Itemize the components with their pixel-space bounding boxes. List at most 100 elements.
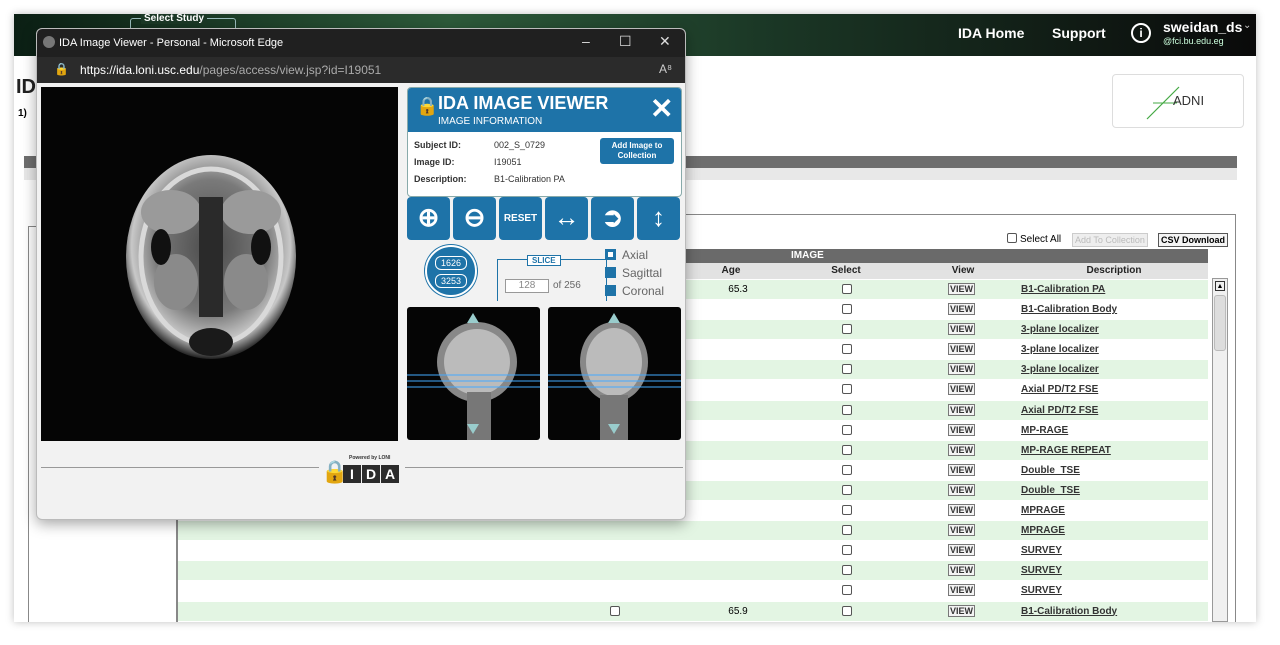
- nav-ida-home[interactable]: IDA Home: [958, 25, 1024, 41]
- row-description-link[interactable]: MP-RAGE: [1021, 425, 1068, 436]
- image-viewer-window: IDA Image Viewer - Personal - Microsoft …: [36, 28, 686, 520]
- row-description-link[interactable]: B1-Calibration Body: [1021, 304, 1117, 315]
- reset-button[interactable]: RESET: [499, 197, 542, 240]
- row-select-checkbox[interactable]: [842, 565, 852, 576]
- row-description-link[interactable]: SURVEY: [1021, 545, 1062, 556]
- row-select-checkbox[interactable]: [842, 344, 852, 355]
- contrast-value[interactable]: 3253: [435, 274, 467, 288]
- row-description-link[interactable]: 3-plane localizer: [1021, 324, 1099, 335]
- row-view-button[interactable]: VIEW: [948, 343, 976, 356]
- row-description-link[interactable]: MPRAGE: [1021, 525, 1065, 536]
- row-select-checkbox[interactable]: [842, 585, 852, 596]
- row-description-link[interactable]: Double_TSE: [1021, 485, 1080, 496]
- row-view-button[interactable]: VIEW: [948, 383, 976, 396]
- row-view-button[interactable]: VIEW: [948, 544, 976, 557]
- table-row: 65.9 VIEW B1-Calibration Body: [178, 601, 1208, 622]
- orientation-axial[interactable]: Axial: [605, 248, 648, 262]
- read-aloud-icon[interactable]: A⁸: [659, 62, 672, 76]
- row-description-link[interactable]: SURVEY: [1021, 565, 1062, 576]
- col-age[interactable]: Age: [676, 265, 786, 276]
- window-level-control[interactable]: 1626 3253: [425, 245, 477, 297]
- row-view-button[interactable]: VIEW: [948, 403, 976, 416]
- select-all-checkbox[interactable]: [1007, 233, 1017, 243]
- orientation-sagittal[interactable]: Sagittal: [605, 266, 662, 280]
- csv-download-button[interactable]: CSV Download: [1158, 233, 1229, 247]
- row-view-button[interactable]: VIEW: [948, 283, 976, 295]
- radio-sagittal[interactable]: [605, 267, 616, 278]
- row-view-button[interactable]: VIEW: [948, 303, 976, 316]
- row-view-button[interactable]: VIEW: [948, 483, 976, 496]
- row-select-checkbox[interactable]: [842, 404, 852, 415]
- radio-axial[interactable]: [605, 249, 616, 260]
- mri-axial-view[interactable]: [41, 87, 398, 441]
- table-row: VIEW SURVEY: [178, 581, 1208, 602]
- row-view-button[interactable]: VIEW: [948, 423, 976, 436]
- address-bar[interactable]: 🔒 https://ida.loni.usc.edu/pages/access/…: [37, 57, 685, 83]
- row-select-checkbox[interactable]: [842, 505, 852, 516]
- row-select-checkbox[interactable]: [842, 304, 852, 315]
- row-select-checkbox[interactable]: [842, 284, 852, 294]
- orientation-coronal[interactable]: Coronal: [605, 284, 664, 298]
- row-select-checkbox[interactable]: [842, 324, 852, 335]
- row-description-link[interactable]: 3-plane localizer: [1021, 344, 1099, 355]
- minimize-icon[interactable]: –: [582, 33, 590, 49]
- row-view-button[interactable]: VIEW: [948, 524, 976, 537]
- zoom-out-icon[interactable]: ⊖: [453, 197, 496, 240]
- brightness-value[interactable]: 1626: [435, 256, 467, 270]
- nav-support[interactable]: Support: [1052, 25, 1106, 41]
- row-description-link[interactable]: MP-RAGE REPEAT: [1021, 445, 1111, 456]
- row-select-checkbox[interactable]: [842, 444, 852, 455]
- close-icon[interactable]: ✕: [659, 33, 671, 50]
- row-description-link[interactable]: 3-plane localizer: [1021, 364, 1099, 375]
- orientation-coronal-label: Coronal: [622, 284, 665, 298]
- row-description-link[interactable]: B1-Calibration Body: [1021, 606, 1117, 617]
- row-select-checkbox[interactable]: [842, 605, 852, 616]
- row-view-button[interactable]: VIEW: [948, 323, 976, 336]
- row-view-button[interactable]: VIEW: [948, 564, 976, 577]
- col-description[interactable]: Description: [1020, 265, 1208, 276]
- row-select-checkbox[interactable]: [842, 364, 852, 375]
- add-to-collection-button[interactable]: Add To Collection: [1072, 233, 1148, 247]
- row-view-button[interactable]: VIEW: [948, 584, 976, 597]
- row-select-checkbox[interactable]: [842, 545, 852, 556]
- chevron-down-icon[interactable]: ⌄: [1243, 20, 1251, 31]
- row-description-link[interactable]: MPRAGE: [1021, 505, 1065, 516]
- flip-horizontal-icon[interactable]: ↔: [545, 197, 588, 240]
- close-viewer-icon[interactable]: ✕: [650, 92, 673, 125]
- user-icon[interactable]: i: [1131, 23, 1151, 43]
- row-view-button[interactable]: VIEW: [948, 463, 976, 476]
- lock-icon[interactable]: 🔒: [54, 62, 69, 76]
- row-description-link[interactable]: B1-Calibration PA: [1021, 284, 1105, 295]
- row-view-button[interactable]: VIEW: [948, 604, 976, 617]
- row-description-link[interactable]: Double_TSE: [1021, 465, 1080, 476]
- row-description-link[interactable]: Axial PD/T2 FSE: [1021, 405, 1098, 416]
- row-description-link[interactable]: Axial PD/T2 FSE: [1021, 384, 1098, 395]
- radio-coronal[interactable]: [605, 285, 616, 296]
- scrollbar-thumb[interactable]: [1214, 295, 1226, 351]
- row-view-button[interactable]: VIEW: [948, 504, 976, 517]
- scroll-up-icon[interactable]: ▲: [1215, 281, 1225, 291]
- add-image-to-collection-button[interactable]: Add Image to Collection: [600, 138, 674, 164]
- coronal-thumbnail[interactable]: [548, 307, 681, 440]
- sagittal-thumbnail[interactable]: [407, 307, 540, 440]
- row-select-checkbox-left[interactable]: [610, 605, 620, 616]
- row-view-button[interactable]: VIEW: [948, 443, 976, 456]
- rotate-icon[interactable]: ➲: [591, 197, 634, 240]
- zoom-in-icon[interactable]: ⊕: [407, 197, 450, 240]
- row-select-checkbox[interactable]: [842, 525, 852, 536]
- row-select-checkbox[interactable]: [842, 484, 852, 495]
- col-view[interactable]: View: [906, 265, 1020, 276]
- row-select-checkbox[interactable]: [842, 424, 852, 435]
- row-description-link[interactable]: SURVEY: [1021, 585, 1062, 596]
- flip-vertical-icon[interactable]: ↕: [637, 197, 680, 240]
- select-all-control[interactable]: Select All: [1007, 233, 1061, 247]
- table-scrollbar[interactable]: ▲: [1212, 278, 1228, 622]
- row-select-checkbox[interactable]: [842, 464, 852, 475]
- row-select-checkbox[interactable]: [842, 384, 852, 395]
- row-view-button[interactable]: VIEW: [948, 363, 976, 376]
- slice-input[interactable]: 128: [505, 279, 549, 293]
- user-name[interactable]: sweidan_ds: [1163, 19, 1242, 35]
- maximize-icon[interactable]: ☐: [619, 33, 632, 50]
- window-titlebar: IDA Image Viewer - Personal - Microsoft …: [37, 29, 685, 57]
- col-select[interactable]: Select: [786, 265, 906, 276]
